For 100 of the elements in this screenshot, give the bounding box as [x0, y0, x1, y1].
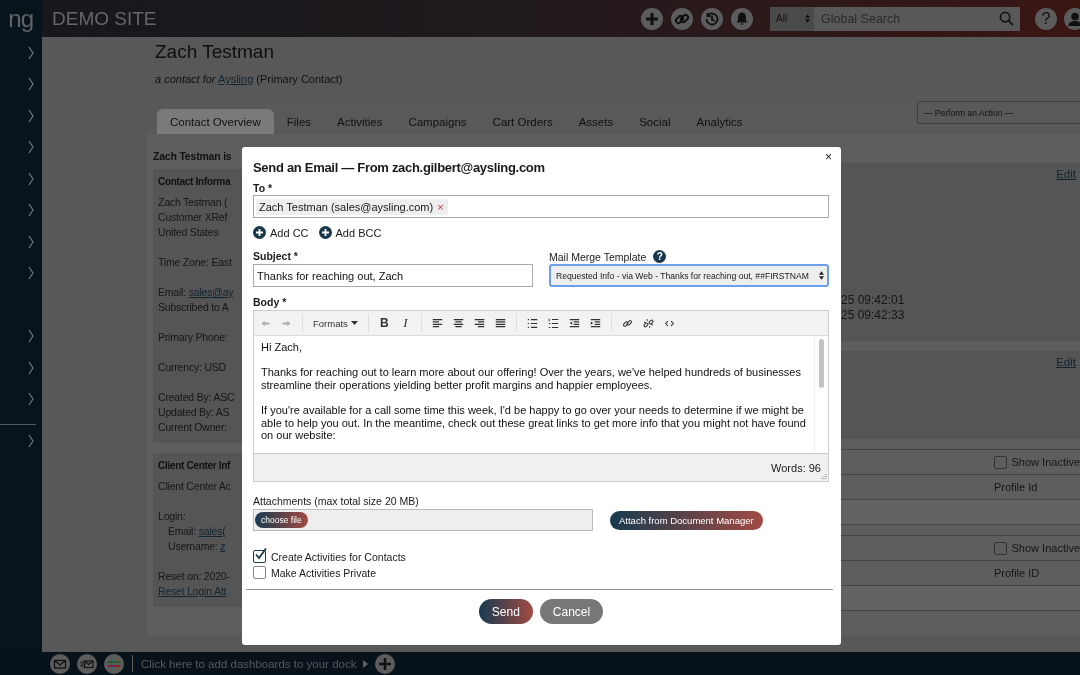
edit-link[interactable]: Edit [1056, 168, 1076, 180]
info-text: United States [158, 225, 220, 240]
add-icon[interactable] [253, 226, 266, 239]
field-label: Username: [168, 540, 218, 552]
dock-hint-link[interactable]: Click here to add dashboards to your dock [141, 657, 357, 670]
remove-button[interactable]: × [437, 200, 444, 213]
add-recipient-link[interactable]: Add CC [270, 226, 309, 239]
template-select[interactable]: Requested Info - via Web - Thanks for reaching out, ##FIRSTNAM [549, 264, 829, 287]
chevron-icon[interactable] [28, 108, 34, 123]
body-paragraph: If you're available for a call some time this week, I'd be happy to go over your needs to determine if we might be able to help you out. In the meantime, check out these great links to get more info that you might not have found on our website: [261, 403, 807, 442]
section-heading: Zach Testman is [153, 150, 233, 162]
info-text: Updated By: AS [158, 405, 231, 420]
bell-icon[interactable] [731, 7, 753, 30]
chevron-icon[interactable] [28, 203, 34, 218]
numbered-list-icon[interactable] [547, 317, 559, 329]
checkbox[interactable] [253, 550, 266, 563]
align-center-icon[interactable] [452, 317, 464, 329]
recipient-text: Zach Testman (sales@aysling.com) [259, 200, 434, 213]
subject-field[interactable]: Thanks for reaching out, Zach [253, 264, 533, 287]
field-label: To * [253, 182, 274, 194]
body-paragraph: Hi Zach, [261, 341, 303, 354]
info-text: Primary Phone: [158, 330, 229, 345]
checkbox[interactable] [253, 566, 266, 579]
chevron-icon[interactable] [28, 140, 34, 155]
info-text: Zach Testman ( [158, 195, 229, 210]
send-button[interactable]: Send [478, 599, 533, 624]
formats-dropdown[interactable]: Formats [313, 317, 358, 329]
history-icon[interactable] [701, 7, 723, 30]
align-right-icon[interactable] [473, 317, 485, 329]
checkbox[interactable] [993, 541, 1007, 555]
tab[interactable]: Contact Overview [157, 109, 274, 134]
reset-link[interactable]: Reset Login Att [158, 585, 227, 597]
info-text: Time Zone: East [158, 255, 233, 270]
recipient-field[interactable]: Zach Testman (sales@aysling.com) × [253, 195, 829, 218]
field-label: Email: [158, 286, 186, 298]
edit-link[interactable]: Edit [1056, 356, 1076, 368]
caret-icon [363, 659, 369, 668]
help-icon[interactable]: ? [653, 250, 667, 263]
scrollbar-thumb[interactable] [819, 339, 824, 388]
user-avatar-icon[interactable] [1064, 7, 1080, 30]
indent-icon[interactable] [589, 317, 601, 329]
hash-icon[interactable] [104, 653, 124, 674]
search-scope-select[interactable]: All [770, 6, 814, 31]
info-link[interactable]: sales( [198, 525, 226, 537]
chevron-icon[interactable] [28, 329, 34, 344]
info-text: Login: [158, 509, 187, 524]
tab[interactable]: Files [273, 109, 325, 134]
justify-icon[interactable] [494, 317, 506, 329]
bold-button[interactable]: B [378, 316, 390, 330]
italic-button[interactable]: I [399, 315, 411, 331]
field-label: Attachments (max total size 20 MB) [253, 495, 420, 507]
cancel-button[interactable]: Cancel [539, 599, 604, 624]
field-label: Subject * [253, 250, 299, 262]
choose-file-button[interactable]: choose file [255, 512, 308, 528]
field-label: Body * [253, 296, 288, 308]
search-icon[interactable] [999, 11, 1014, 26]
tab[interactable]: Cart Orders [479, 109, 566, 134]
resize-grip-icon[interactable] [820, 473, 827, 480]
info-text: Current Owner: [158, 420, 228, 435]
updown-arrows-icon [819, 271, 824, 280]
file-field[interactable]: choose file [253, 509, 593, 531]
card-title: Contact Informa [158, 176, 232, 187]
chevron-icon[interactable] [28, 433, 34, 448]
timestamp-text: 25 09:42:01 [841, 293, 906, 308]
caret-icon [350, 321, 358, 325]
info-text: Client Center Ac [158, 479, 232, 494]
info-text: Created By: ASC [158, 390, 236, 405]
tab[interactable]: Activities [324, 109, 396, 134]
checkbox[interactable] [993, 455, 1007, 469]
chevron-icon[interactable] [28, 77, 34, 92]
add-icon[interactable] [318, 226, 332, 239]
tab[interactable]: Social [626, 109, 684, 134]
tab[interactable]: Analytics [683, 109, 756, 134]
chevron-icon[interactable] [28, 360, 34, 375]
logo: ng [8, 4, 33, 33]
chevron-icon[interactable] [28, 266, 34, 281]
mail-icon[interactable] [50, 653, 70, 674]
checkbox-label: Create Activities for Contacts [271, 550, 406, 563]
tab[interactable]: Campaigns [395, 109, 480, 134]
email-link[interactable]: sales@ay [188, 286, 234, 298]
tab[interactable]: Assets [565, 109, 627, 134]
chevron-icon[interactable] [28, 392, 34, 407]
chevron-icon[interactable] [28, 171, 34, 186]
help-button[interactable]: ? [1035, 7, 1057, 30]
bullet-list-icon[interactable] [526, 317, 538, 329]
attach-document-button[interactable]: Attach from Document Manager [610, 510, 763, 530]
outdent-icon[interactable] [568, 317, 580, 329]
info-link[interactable]: z [220, 540, 226, 552]
add-recipient-link[interactable]: Add BCC [335, 226, 382, 239]
chevron-icon[interactable] [28, 234, 34, 249]
link-icon[interactable] [621, 317, 633, 329]
action-select[interactable]: — Perform an Action — [917, 101, 1080, 124]
mail-list-icon[interactable] [77, 653, 97, 674]
chevron-icon[interactable] [28, 45, 34, 60]
unlink-icon[interactable] [642, 317, 654, 329]
company-link[interactable]: Aysling [218, 73, 254, 85]
field-label: Mail Merge Template [549, 250, 647, 263]
close-button[interactable]: × [825, 150, 832, 164]
align-left-icon[interactable] [431, 317, 443, 329]
column-header: Profile ID [994, 567, 1040, 579]
